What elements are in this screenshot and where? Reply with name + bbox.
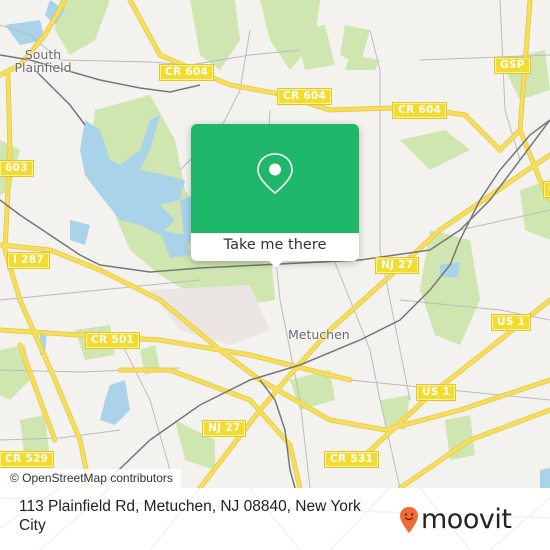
place-label-metuchen: Metuchen — [288, 328, 350, 341]
moovit-pin-icon — [400, 507, 418, 533]
popup-header[interactable] — [191, 124, 359, 233]
map-attribution[interactable]: © OpenStreetMap contributors — [0, 469, 181, 488]
location-pin-icon — [257, 153, 293, 195]
road-shield-edge: C — [542, 181, 550, 198]
road-shield-cr-604-east: CR 604 — [391, 102, 448, 119]
take-me-there-button[interactable]: Take me there — [191, 233, 359, 261]
place-label-text: Metuchen — [288, 327, 350, 342]
road-shield-us-1-north: US 1 — [490, 314, 532, 331]
location-popup[interactable]: Take me there — [191, 124, 359, 268]
road-shield-us-1-south: US 1 — [415, 384, 457, 401]
road-shield-gsp: GSP — [494, 57, 531, 74]
moovit-wordmark: moovit — [421, 504, 512, 535]
moovit-logo[interactable]: moovit — [399, 504, 512, 535]
road-shield-i-287: I 287 — [7, 252, 50, 269]
urban-area — [150, 285, 270, 345]
road-shield-cr-531: CR 531 — [323, 451, 380, 468]
road-shield-cr-501: CR 501 — [84, 332, 141, 349]
road-shield-cr-604-mid: CR 604 — [276, 88, 333, 105]
address-text: 113 Plainfield Rd, Metuchen, NJ 08840, N… — [19, 498, 361, 534]
road-shield-nj-27-north: NJ 27 — [374, 257, 420, 274]
place-label-south-plainfield: South Plainfield — [13, 48, 73, 74]
popup-pointer — [267, 259, 285, 268]
road-shield-nj-27-south: NJ 27 — [201, 420, 247, 437]
road-shield-cr-529: CR 529 — [0, 451, 55, 468]
road-shield-cr-603: 603 — [0, 160, 34, 177]
road-shield-cr-604-west: CR 604 — [158, 64, 215, 81]
place-label-line: Plainfield — [14, 60, 72, 75]
